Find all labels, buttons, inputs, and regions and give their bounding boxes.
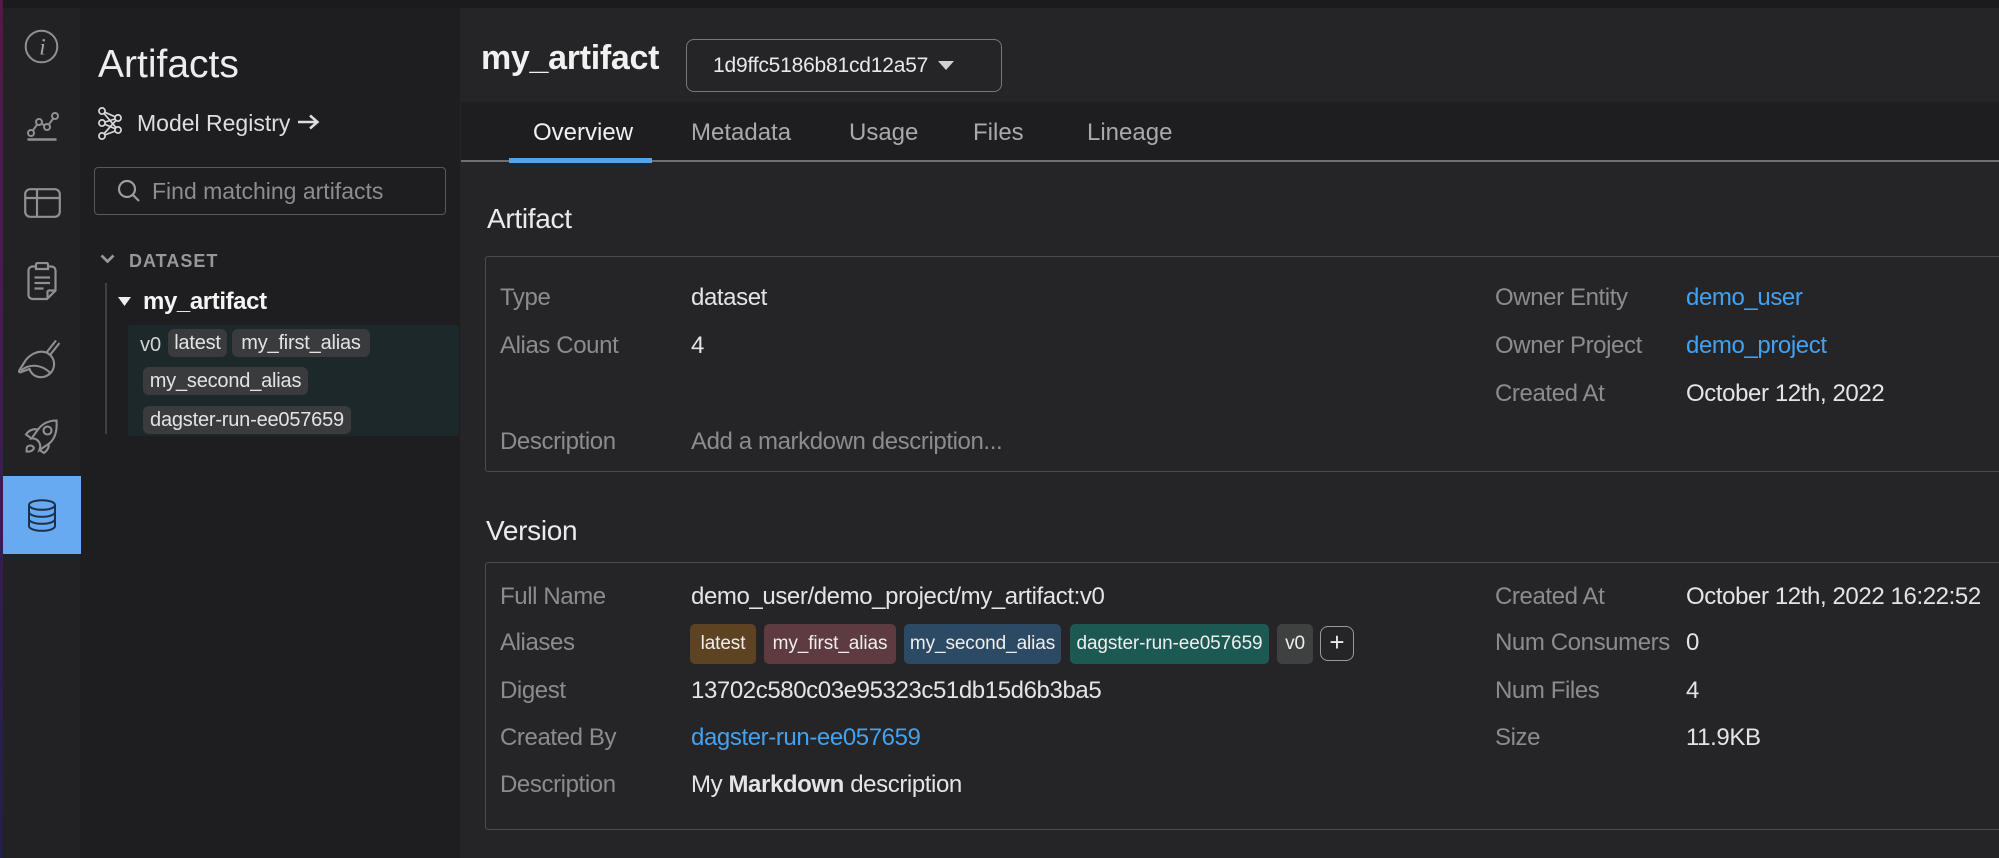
svg-text:i: i	[39, 35, 45, 60]
